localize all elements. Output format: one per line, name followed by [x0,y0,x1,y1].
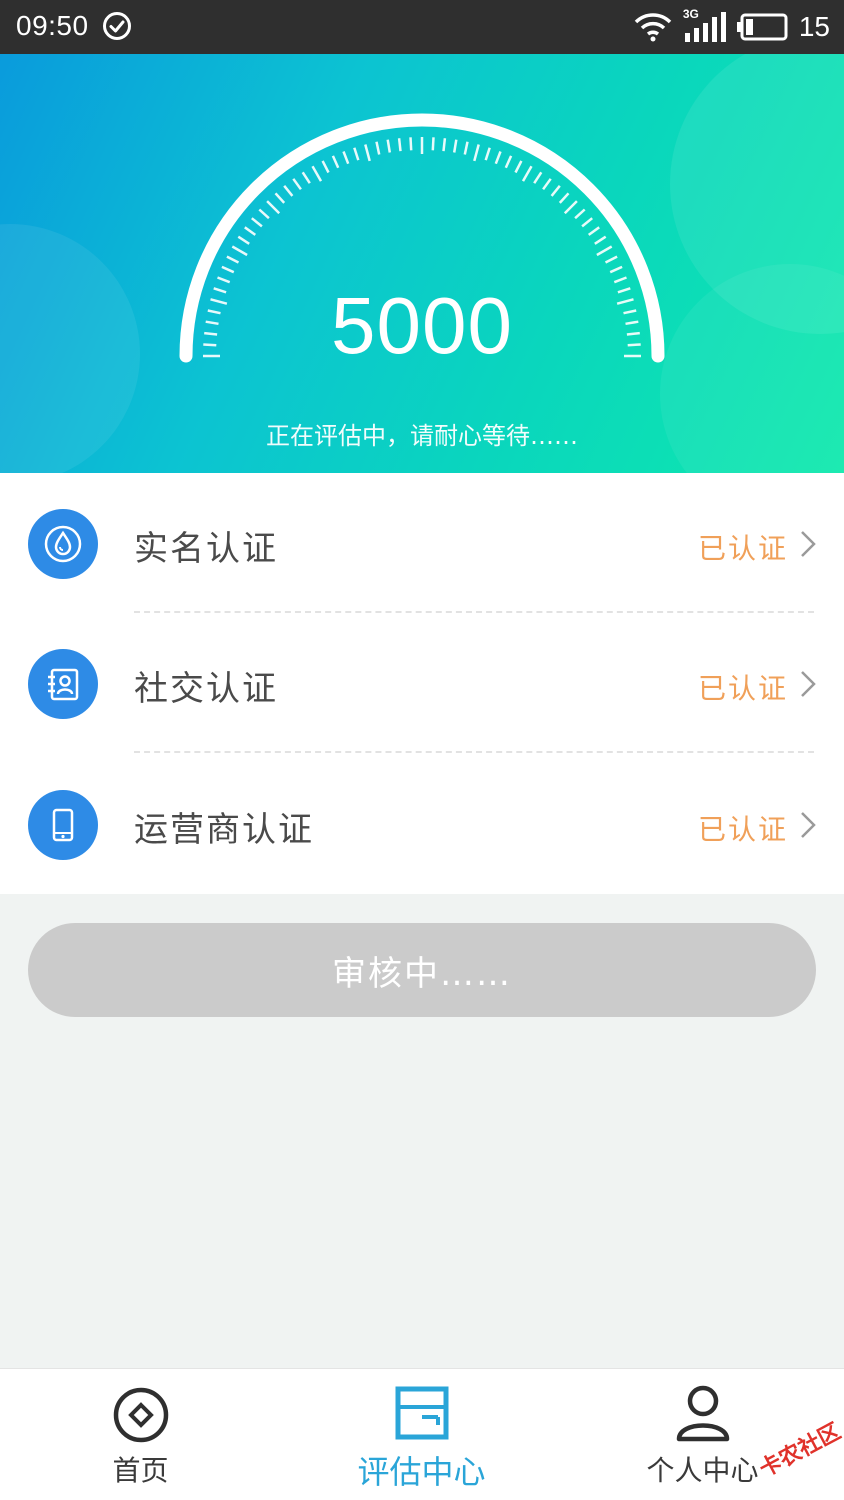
verification-label: 运营商认证 [134,810,314,850]
gauge-tick [504,155,513,169]
gauge-tick [521,165,533,182]
list-item-social[interactable]: 社交认证 已认证 [0,613,844,753]
battery-icon [736,13,788,41]
nav-item-assessment[interactable]: 评估中心 [281,1369,562,1500]
gauge-tick [596,245,613,257]
nav-item-home[interactable]: 首页 [0,1369,281,1500]
divider [134,751,814,753]
chevron-right-icon [801,671,816,697]
verification-status: 已认证 [697,672,788,705]
gauge-tick [321,160,330,174]
gauge-tick [258,208,270,220]
list-item-real-name[interactable]: 实名认证 已认证 [0,473,844,613]
chevron-right-icon [801,812,816,838]
verification-status: 已认证 [697,532,788,565]
phone-icon [28,790,98,860]
wifi-icon [634,13,672,42]
gauge-tick [604,255,618,264]
gauge-tick [301,171,311,184]
gauge-tick [342,151,350,165]
gauge-tick [558,192,570,204]
gauge-tick [221,265,235,274]
gauge-tick [563,200,578,215]
gauge-tick [581,217,593,228]
score-hero: 5000 正在评估中，请耐心等待…… [0,54,844,473]
gauge-tick [533,171,543,184]
gauge-tick [331,155,340,169]
gauge-tick [251,217,263,228]
gauge-tick [226,255,240,264]
gauge-tick [386,139,392,153]
list-item-carrier[interactable]: 运营商认证 已认证 [0,754,844,894]
gauge-tick [452,139,458,153]
verification-list: 实名认证 已认证 社交认证 已认证 运营商认证 已认证 [0,473,844,894]
gauge-tick [494,151,502,165]
check-circle-icon [103,12,131,40]
gauge-tick [473,144,480,162]
assessment-icon [395,1386,448,1440]
nav-label: 首页 [112,1454,169,1487]
battery-level: 15 [798,11,830,42]
gauge-tick [237,235,250,245]
gauge-tick [594,235,607,245]
verification-status: 已认证 [697,813,788,846]
contact-book-icon [28,649,98,719]
gauge-tick [274,192,286,204]
nav-label: 评估中心 [357,1453,486,1491]
credit-score: 5000 [331,281,513,370]
status-icons: 3G 15 [633,7,830,46]
gauge-tick [364,144,371,162]
gauge-tick [397,138,402,152]
gauge-tick [463,141,469,155]
gauge-tick [609,265,623,274]
gauge-tick [292,178,302,191]
status-bar: 09:50 3G 15 [0,0,844,54]
assessment-hint: 正在评估中，请耐心等待…… [266,422,578,450]
gauge-tick [375,141,381,155]
bottom-nav: 首页 评估中心 个人中心 [0,1368,844,1500]
home-compass-icon [113,1387,168,1443]
gauge-tick [283,185,294,197]
gauge-tick [353,147,360,161]
user-icon [676,1385,729,1442]
gauge-tick [542,178,552,191]
gauge-tick [442,138,447,152]
gauge-tick [409,137,413,151]
signal-icon: 3G [683,7,727,43]
gauge-tick [431,137,435,151]
verification-label: 社交认证 [134,669,278,709]
score-gauge [179,113,665,363]
gauge-tick [550,185,561,197]
gauge-tick [231,245,248,257]
chevron-right-icon [801,531,816,557]
gauge-tick [484,147,491,161]
gauge-tick [244,226,257,236]
gauge-tick [311,165,323,182]
verification-label: 实名认证 [134,529,278,569]
drop-icon [28,509,98,579]
gauge-tick [266,200,281,215]
gauge-tick [514,160,523,174]
gauge-tick [574,208,586,220]
gauge-tick [587,226,600,236]
review-status-button[interactable]: 审核中…… [28,923,816,1017]
status-time: 09:50 [16,10,89,41]
